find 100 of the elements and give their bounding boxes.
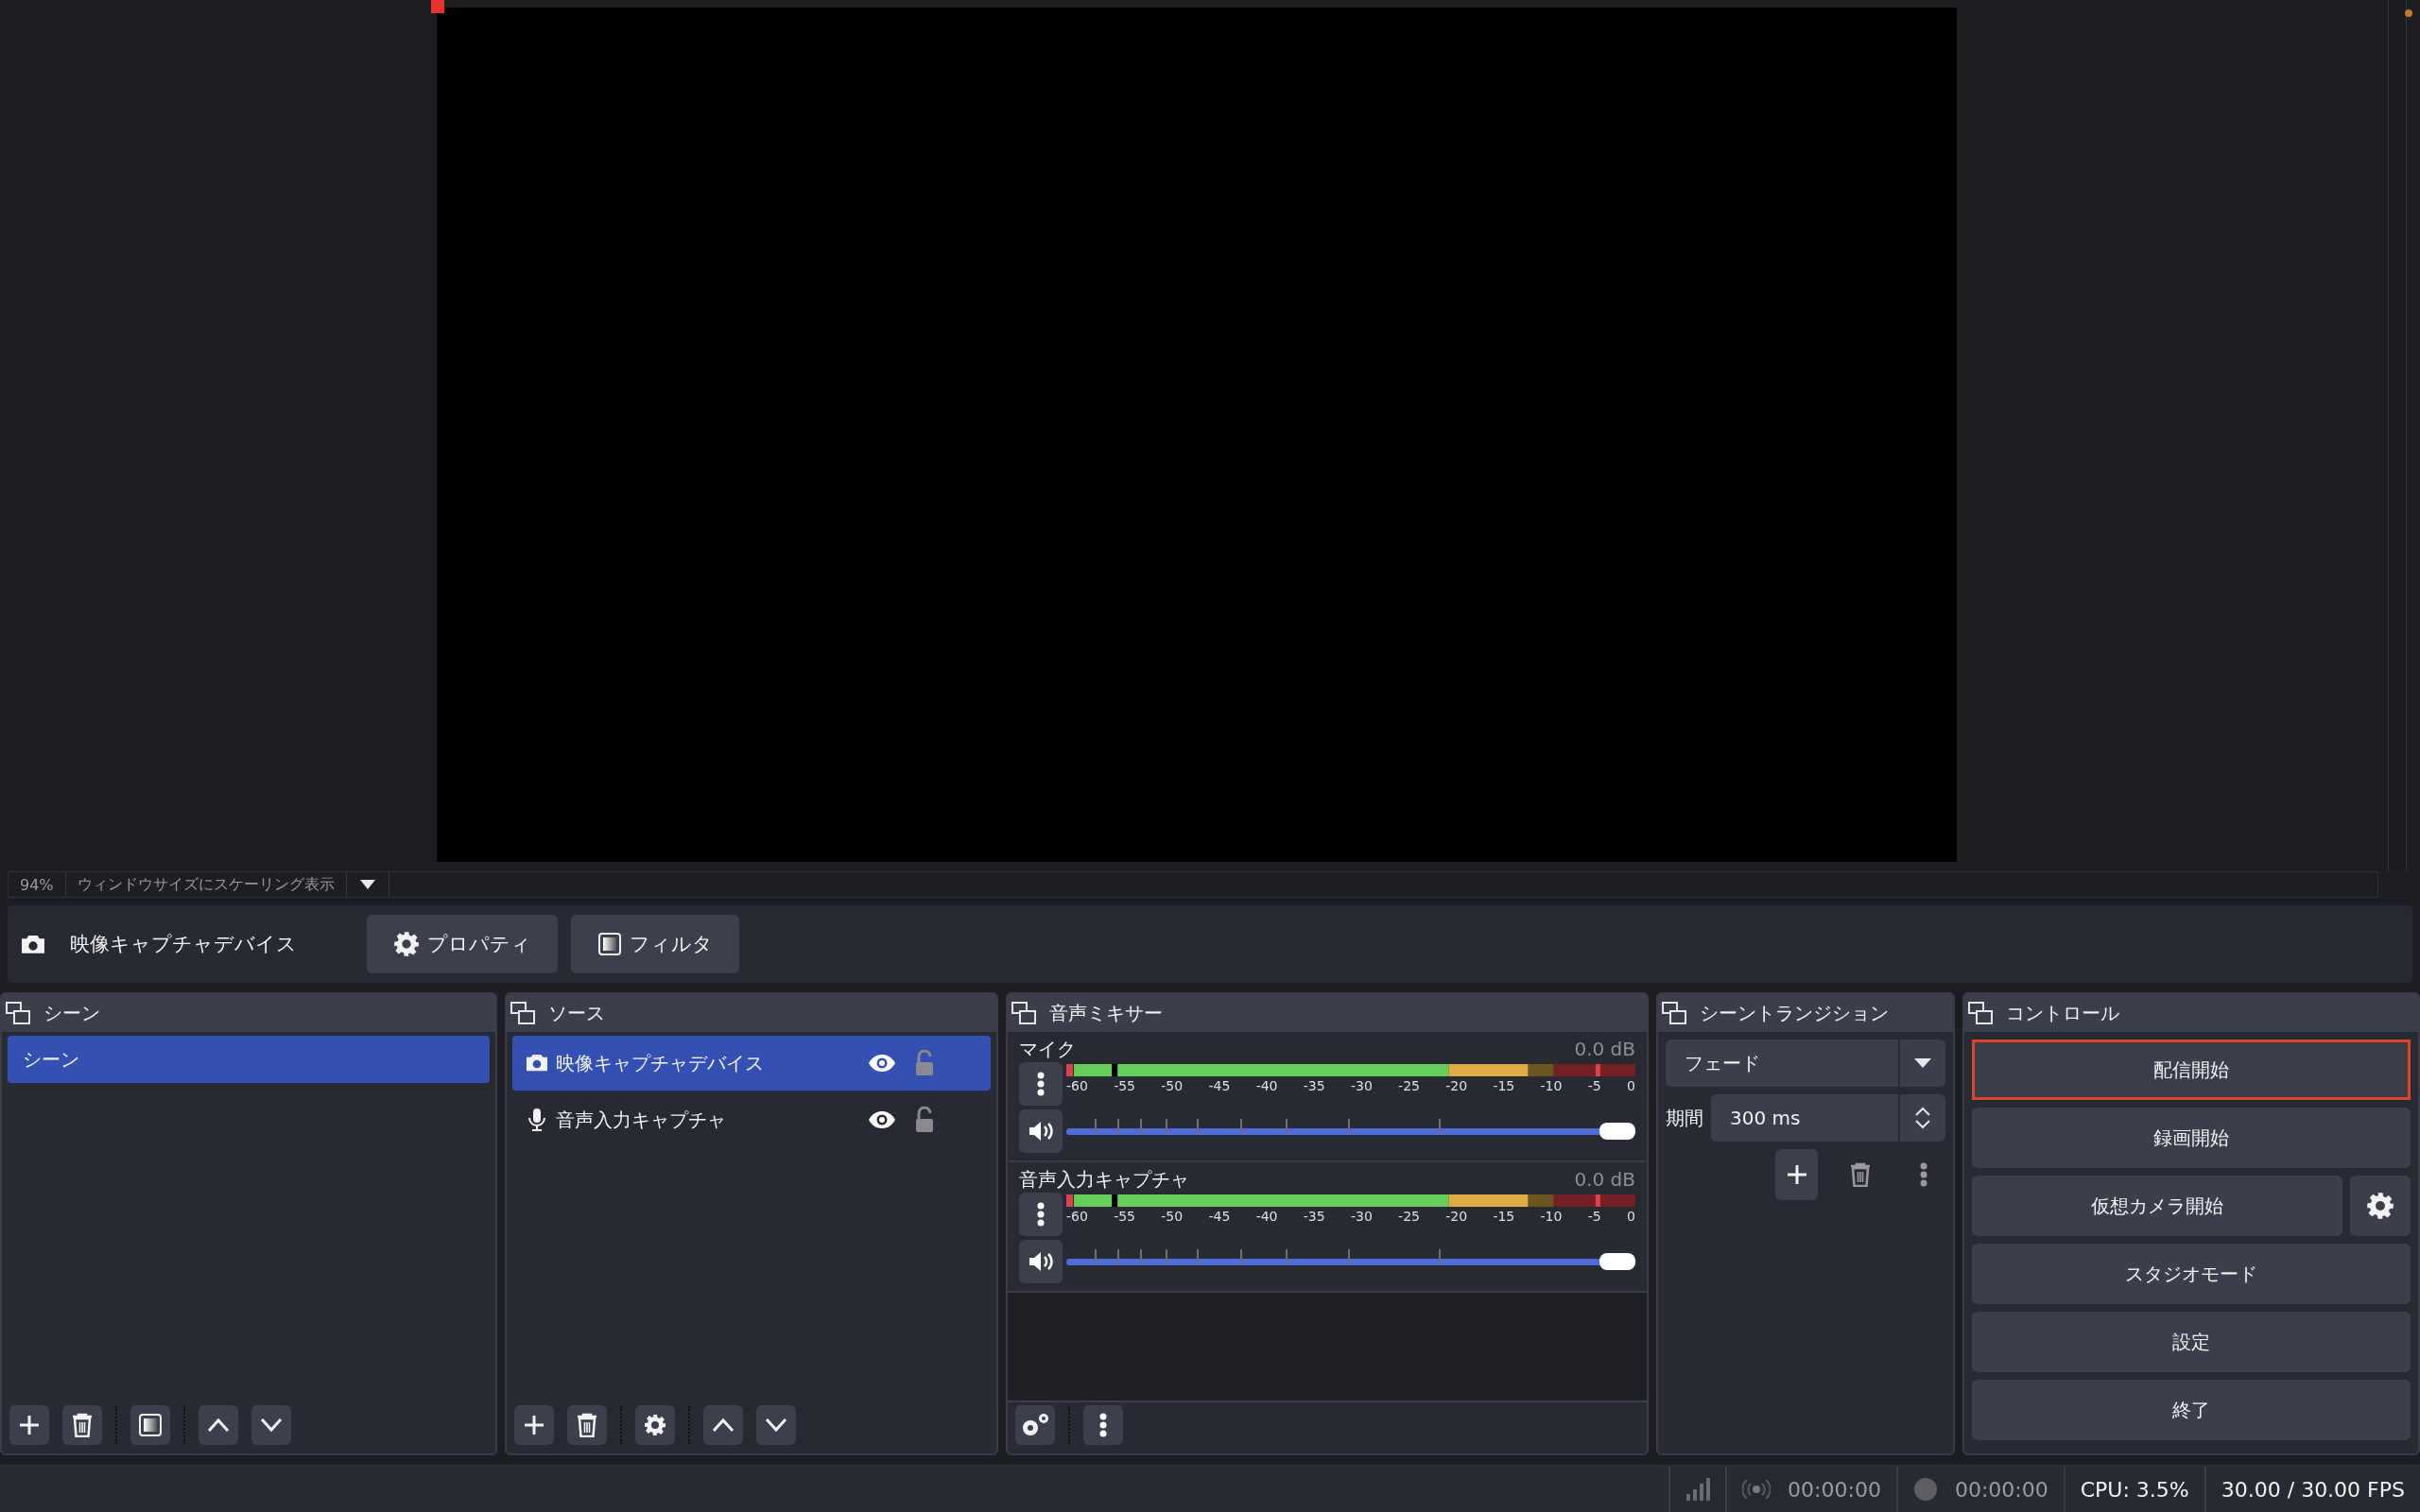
- caret-icon: [1914, 1058, 1931, 1068]
- trash-icon: [576, 1413, 598, 1437]
- advanced-audio-button[interactable]: [1015, 1405, 1055, 1445]
- duration-field[interactable]: 300 ms: [1711, 1094, 1945, 1142]
- meter-tick-label: -60: [1066, 1078, 1088, 1093]
- meter-tick-label: -40: [1255, 1209, 1278, 1224]
- mute-button[interactable]: [1019, 1109, 1063, 1153]
- meter-tick-label: -55: [1114, 1209, 1136, 1224]
- properties-button[interactable]: プロパティ: [367, 915, 558, 973]
- indicator-dot: [2405, 9, 2412, 17]
- frame-rate: 30.00 / 30.00 FPS: [2204, 1467, 2420, 1512]
- meter-tick-label: -15: [1493, 1078, 1515, 1093]
- control-button[interactable]: 設定: [1972, 1312, 2411, 1372]
- window-icon: [510, 1002, 535, 1024]
- speaker-icon: [1028, 1250, 1054, 1273]
- panel-title: シーントランジション: [1700, 1000, 1889, 1026]
- add-icon: [18, 1414, 41, 1436]
- speaker-icon: [1028, 1120, 1054, 1143]
- meter-tick-label: -10: [1540, 1078, 1563, 1093]
- control-button[interactable]: 録画開始: [1972, 1108, 2411, 1168]
- chevron-up-icon: [207, 1418, 230, 1433]
- chevron-down-icon: [765, 1418, 787, 1433]
- unlocked-icon[interactable]: [915, 1107, 934, 1133]
- meter-tick-label: -50: [1161, 1209, 1184, 1224]
- control-button[interactable]: 終了: [1972, 1380, 2411, 1440]
- meter-tick-label: -45: [1208, 1078, 1231, 1093]
- move-down-button[interactable]: [756, 1405, 796, 1445]
- meter-tick-label: -10: [1540, 1209, 1563, 1224]
- meter-tick-label: -5: [1587, 1078, 1601, 1093]
- add-button[interactable]: [9, 1405, 49, 1445]
- mute-button[interactable]: [1019, 1240, 1063, 1283]
- meter-tick-label: -35: [1303, 1078, 1325, 1093]
- meter-tick-label: -60: [1066, 1209, 1088, 1224]
- meter-tick-label: -25: [1398, 1209, 1420, 1224]
- filters-button[interactable]: フィルタ: [571, 915, 739, 973]
- meter-tick-label: 0: [1626, 1209, 1635, 1224]
- meter-tick-label: -50: [1161, 1078, 1184, 1093]
- remove-button[interactable]: [567, 1405, 607, 1445]
- duration-label: 期間: [1666, 1105, 1703, 1131]
- properties-button[interactable]: [635, 1405, 675, 1445]
- settings-icon: [393, 931, 420, 957]
- scrollbar[interactable]: [2388, 0, 2407, 871]
- control-button[interactable]: 配信開始: [1972, 1040, 2411, 1100]
- source-name: 映像キャプチャデバイス: [556, 1050, 765, 1076]
- settings-icon: [644, 1414, 666, 1436]
- meter-tick-label: -5: [1587, 1209, 1601, 1224]
- move-down-button[interactable]: [251, 1405, 291, 1445]
- camera-icon: [526, 1054, 548, 1073]
- meter-tick-label: -40: [1255, 1078, 1278, 1093]
- signal-icon: [1685, 1477, 1711, 1502]
- stream-time: 00:00:00: [1788, 1477, 1881, 1502]
- eye-icon[interactable]: [868, 1110, 896, 1129]
- channel-name: 音声入力キャプチャ: [1019, 1166, 1189, 1193]
- mixer-menu-button[interactable]: [1083, 1405, 1123, 1445]
- record-time: 00:00:00: [1954, 1477, 2048, 1502]
- source-name: 音声入力キャプチャ: [556, 1107, 727, 1133]
- meter-tick-label: -30: [1350, 1209, 1373, 1224]
- trash-icon: [71, 1413, 94, 1437]
- move-up-button[interactable]: [199, 1405, 238, 1445]
- panel-title: ソース: [548, 1000, 605, 1026]
- panel-title: コントロール: [2006, 1000, 2119, 1026]
- control-button[interactable]: スタジオモード: [1972, 1244, 2411, 1304]
- more-icon: [1037, 1202, 1045, 1227]
- trash-icon: [1849, 1162, 1872, 1187]
- move-up-button[interactable]: [703, 1405, 743, 1445]
- add-icon: [1785, 1163, 1808, 1186]
- channel-menu-button[interactable]: [1019, 1062, 1063, 1106]
- meter-tick-label: -35: [1303, 1209, 1325, 1224]
- meter-tick-label: -25: [1398, 1078, 1420, 1093]
- meter-tick-label: -20: [1445, 1078, 1468, 1093]
- panel-title: シーン: [43, 1000, 100, 1026]
- broadcast-icon: [1742, 1477, 1772, 1502]
- caret-icon: [359, 880, 375, 889]
- scale-mode[interactable]: ウィンドウサイズにスケーリング表示: [65, 872, 347, 897]
- source-item[interactable]: 音声入力キャプチャ: [512, 1092, 991, 1147]
- transition-select[interactable]: フェード: [1666, 1040, 1945, 1087]
- window-icon: [1968, 1002, 1993, 1024]
- channel-name: マイク: [1019, 1036, 1076, 1062]
- more-icon: [1099, 1413, 1107, 1437]
- remove-button[interactable]: [62, 1405, 102, 1445]
- meter-tick-label: -20: [1445, 1209, 1468, 1224]
- volume-reading: 0.0 dB: [1574, 1168, 1635, 1191]
- resize-handle[interactable]: [431, 0, 444, 13]
- meter-tick-label: -55: [1114, 1078, 1136, 1093]
- chevron-up-icon: [712, 1418, 735, 1433]
- source-item[interactable]: 映像キャプチャデバイス: [512, 1036, 991, 1091]
- spinner-arrows-icon: [1914, 1106, 1931, 1130]
- settings-button[interactable]: [2350, 1176, 2411, 1236]
- window-icon: [1011, 1002, 1036, 1024]
- filters-button[interactable]: [130, 1405, 170, 1445]
- control-button[interactable]: 仮想カメラ開始: [1972, 1176, 2342, 1236]
- source-name: 映像キャプチャデバイス: [70, 932, 298, 957]
- meter-tick-label: -45: [1208, 1209, 1231, 1224]
- camera-icon: [21, 934, 45, 954]
- scene-item[interactable]: シーン: [8, 1036, 490, 1083]
- microphone-icon: [526, 1108, 548, 1132]
- add-button[interactable]: [514, 1405, 554, 1445]
- channel-menu-button[interactable]: [1019, 1193, 1063, 1236]
- eye-icon[interactable]: [868, 1054, 896, 1073]
- add-button[interactable]: [1775, 1149, 1819, 1200]
